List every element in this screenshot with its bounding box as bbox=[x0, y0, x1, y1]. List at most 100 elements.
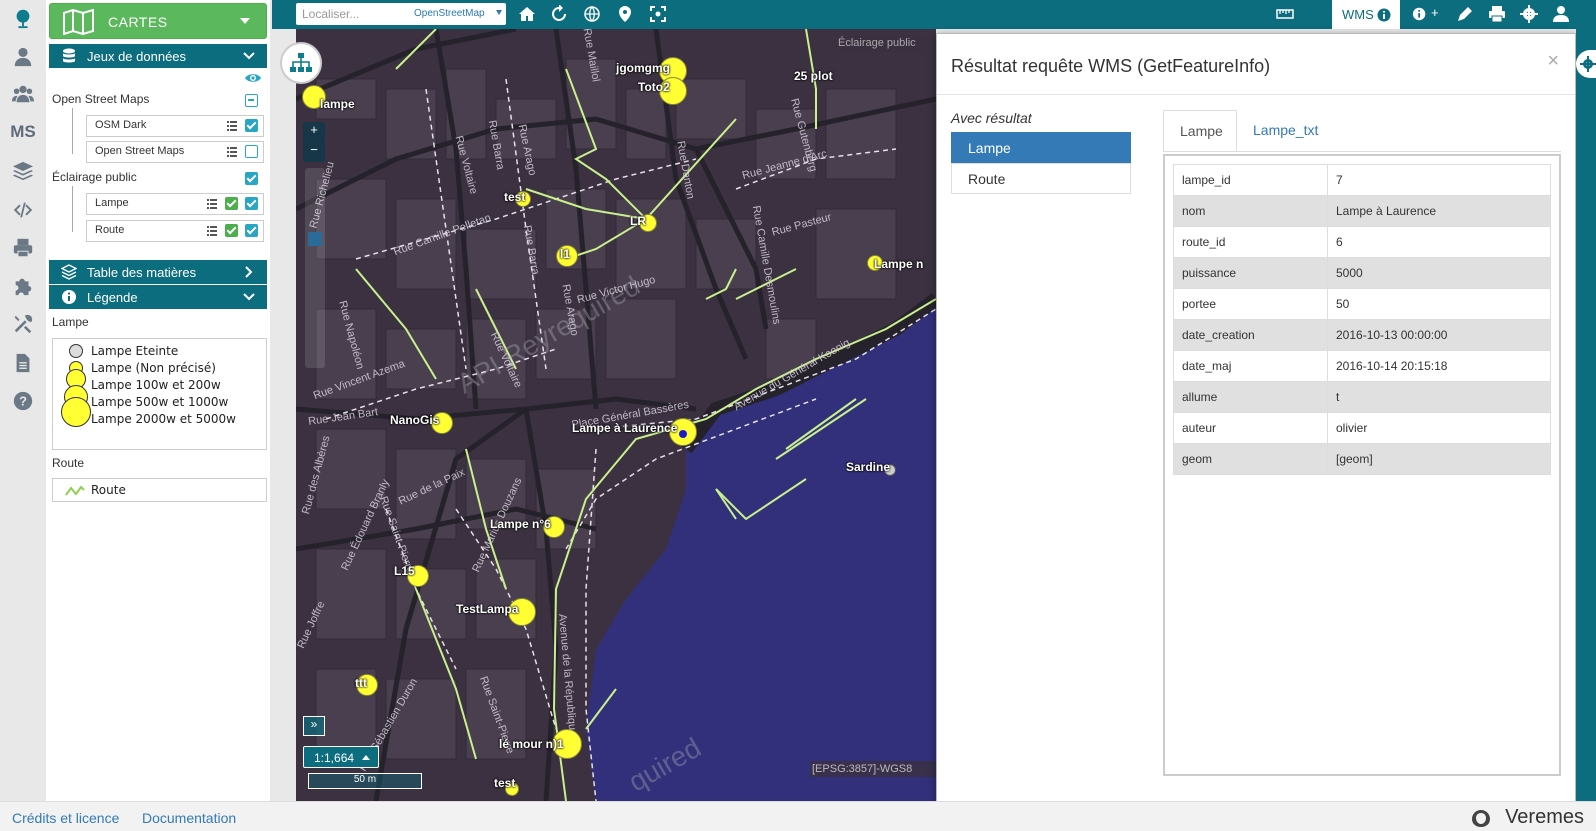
wms-result-dialog: Résultat requête WMS (GetFeatureInfo) × … bbox=[936, 33, 1576, 803]
attr-value: t bbox=[1327, 381, 1551, 413]
datasets-header[interactable]: Jeux de données bbox=[49, 44, 267, 68]
map-attribution: Éclairage public bbox=[838, 37, 916, 49]
zoom-out-button[interactable]: − bbox=[303, 142, 325, 162]
gear-tab[interactable] bbox=[1576, 50, 1596, 78]
credits-link[interactable]: Crédits et licence bbox=[12, 810, 119, 826]
list-icon[interactable] bbox=[227, 147, 237, 157]
legend-item: Route bbox=[91, 483, 126, 497]
eye-icon[interactable] bbox=[244, 72, 262, 84]
print-icon[interactable] bbox=[1488, 5, 1506, 23]
list-icon[interactable] bbox=[227, 121, 237, 131]
tab-lampe[interactable]: Lampe bbox=[1163, 110, 1237, 152]
cartes-dropdown-button[interactable]: CARTES bbox=[49, 3, 267, 39]
tab-label: Lampe_txt bbox=[1253, 122, 1319, 138]
attr-value: 2016-10-13 00:00:00 bbox=[1327, 319, 1551, 351]
zoom-in-button[interactable]: + bbox=[303, 122, 325, 142]
user-icon[interactable] bbox=[8, 43, 38, 71]
attribute-table: lampe_id 7 nom Lampe à Laurence route_id 6 … bbox=[1173, 164, 1551, 475]
globe-icon[interactable] bbox=[583, 5, 601, 23]
lamp-label: TestLampa bbox=[456, 602, 519, 616]
code-icon[interactable] bbox=[8, 196, 38, 224]
queryable-checkbox[interactable] bbox=[225, 197, 238, 210]
group-checkbox-osm[interactable] bbox=[245, 94, 258, 107]
tree-connector bbox=[72, 186, 73, 232]
group-label-osm: Open Street Maps bbox=[52, 92, 150, 106]
refresh-icon[interactable] bbox=[550, 4, 568, 23]
tree-toggle-button[interactable] bbox=[280, 42, 322, 84]
lamp-label: Lampe n bbox=[874, 257, 924, 271]
layer-row-osm-dark[interactable]: OSM Dark bbox=[86, 115, 264, 137]
route-line-icon bbox=[65, 485, 85, 496]
attr-value: olivier bbox=[1327, 412, 1551, 444]
layer-row-route[interactable]: Route bbox=[86, 220, 264, 242]
legend-header[interactable]: Légende bbox=[49, 285, 267, 309]
attr-key: lampe_id bbox=[1173, 164, 1328, 196]
location-icon[interactable] bbox=[616, 5, 634, 23]
ms-icon[interactable]: MS bbox=[8, 118, 38, 146]
tools-icon[interactable] bbox=[8, 310, 38, 338]
provider-select[interactable]: OpenStreetMap bbox=[414, 8, 485, 19]
tree-connector bbox=[72, 108, 73, 154]
group-checkbox-eclairage[interactable] bbox=[245, 172, 258, 185]
attr-value: [geom] bbox=[1327, 443, 1551, 475]
wms-tab[interactable]: WMS bbox=[1332, 0, 1400, 29]
puzzle-icon[interactable] bbox=[8, 272, 38, 300]
layers-icon bbox=[61, 264, 77, 280]
attr-value: 6 bbox=[1327, 226, 1551, 258]
lamp-label: lampe bbox=[320, 97, 355, 111]
layer-checkbox[interactable] bbox=[245, 224, 258, 237]
caret-up-icon bbox=[362, 755, 370, 760]
scale-select[interactable]: 1:1,664 bbox=[303, 746, 379, 768]
close-icon[interactable]: × bbox=[1547, 50, 1559, 73]
gear-icon[interactable] bbox=[1520, 5, 1538, 23]
fullscreen-icon[interactable] bbox=[649, 5, 667, 23]
print-icon[interactable] bbox=[8, 234, 38, 262]
layer-row-open-street-maps[interactable]: Open Street Maps bbox=[86, 141, 264, 163]
table-row: date_creation 2016-10-13 00:00:00 bbox=[1173, 319, 1551, 351]
layer-checkbox[interactable] bbox=[245, 119, 258, 132]
cartes-label: CARTES bbox=[108, 14, 168, 30]
home-icon[interactable] bbox=[518, 5, 536, 23]
group-label-eclairage: Éclairage public bbox=[52, 170, 137, 184]
layer-row-lampe[interactable]: Lampe bbox=[86, 193, 264, 215]
side-panel: CARTES Jeux de données Open Street Maps … bbox=[46, 0, 272, 801]
info-plus-icon[interactable]: + bbox=[1412, 5, 1442, 23]
attr-key: geom bbox=[1173, 443, 1328, 475]
draw-icon[interactable] bbox=[1456, 5, 1474, 23]
layers-icon[interactable] bbox=[8, 157, 38, 185]
map-canvas[interactable]: Éclairage public API Reyrequired quired … bbox=[296, 29, 936, 801]
layer-checkbox[interactable] bbox=[245, 197, 258, 210]
lamp-label: L15 bbox=[394, 564, 415, 578]
search-input[interactable]: Localiser... OpenStreetMap bbox=[296, 3, 506, 25]
tab-lampe-txt[interactable]: Lampe_txt bbox=[1237, 110, 1347, 152]
globe-icon[interactable] bbox=[8, 4, 38, 32]
ruler-icon[interactable] bbox=[1276, 5, 1294, 23]
overview-toggle-button[interactable]: » bbox=[303, 716, 325, 736]
zoom-slider-handle[interactable] bbox=[308, 232, 322, 246]
caret-down-icon bbox=[496, 10, 502, 15]
users-icon[interactable] bbox=[8, 80, 38, 108]
toc-header[interactable]: Table des matières bbox=[49, 260, 267, 284]
result-item-lampe[interactable]: Lampe bbox=[951, 132, 1131, 163]
result-item-route[interactable]: Route bbox=[951, 163, 1131, 194]
document-icon[interactable] bbox=[8, 349, 38, 377]
layer-checkbox[interactable] bbox=[245, 145, 258, 158]
lamp-label: test bbox=[494, 776, 516, 790]
queryable-checkbox[interactable] bbox=[225, 224, 238, 237]
list-icon[interactable] bbox=[207, 226, 217, 236]
attr-value: 50 bbox=[1327, 288, 1551, 320]
help-icon[interactable]: ? bbox=[8, 387, 38, 415]
legend-lampe-box: Lampe Eteinte Lampe (Non précisé) Lampe … bbox=[52, 338, 267, 450]
legend-header-label: Légende bbox=[87, 290, 138, 305]
toc-header-label: Table des matières bbox=[87, 265, 197, 280]
attr-value: 5000 bbox=[1327, 257, 1551, 289]
lamp-label: ttt bbox=[355, 676, 367, 690]
zoom-slider[interactable] bbox=[305, 168, 325, 368]
documentation-link[interactable]: Documentation bbox=[142, 810, 236, 826]
table-row: puissance 5000 bbox=[1173, 257, 1551, 289]
user-icon[interactable] bbox=[1552, 5, 1570, 23]
chevron-down-icon bbox=[243, 293, 255, 301]
layer-label: Open Street Maps bbox=[95, 145, 185, 157]
list-icon[interactable] bbox=[207, 199, 217, 209]
attr-value: 2016-10-14 20:15:18 bbox=[1327, 350, 1551, 382]
